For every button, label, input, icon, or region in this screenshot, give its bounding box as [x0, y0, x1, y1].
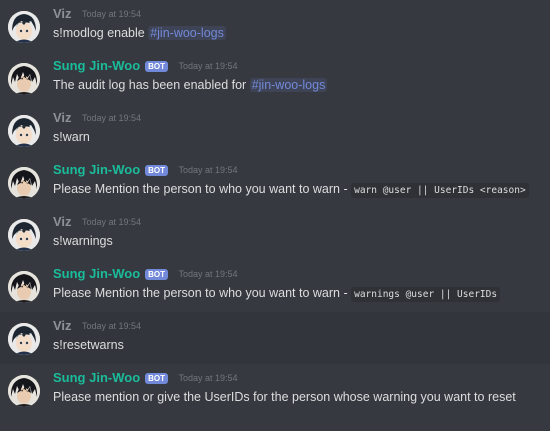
timestamp: Today at 19:54 [82, 9, 142, 19]
chat-message-list: Viz Today at 19:54 s!modlog enable #jin-… [0, 0, 550, 431]
user-avatar-icon[interactable] [8, 219, 40, 251]
timestamp: Today at 19:54 [178, 61, 238, 71]
bot-avatar-icon[interactable] [8, 271, 40, 303]
message[interactable]: Sung Jin-Woo BOT Today at 19:54 Please me… [0, 364, 550, 416]
message-text: Please mention or give the UserIDs for t… [53, 390, 516, 404]
timestamp: Today at 19:54 [82, 321, 142, 331]
channel-mention[interactable]: #jin-woo-logs [249, 78, 328, 92]
inline-code: warnings @user || UserIDs [351, 287, 501, 302]
message-text: Please Mention the person to who you wan… [53, 286, 352, 300]
channel-mention[interactable]: #jin-woo-logs [148, 26, 226, 40]
timestamp: Today at 19:54 [178, 165, 238, 175]
bot-tag: BOT [145, 60, 169, 72]
username[interactable]: Viz [53, 6, 72, 21]
message-text: s!warn [53, 130, 90, 144]
message-content: Please mention or give the UserIDs for t… [53, 389, 516, 405]
message[interactable]: Viz Today at 19:54 s!modlog enable #jin-… [0, 0, 550, 52]
message-content: s!resetwarns [53, 337, 124, 353]
user-avatar-icon[interactable] [8, 11, 40, 43]
username[interactable]: Viz [53, 110, 72, 125]
message[interactable]: Viz Today at 19:54 s!resetwarns [0, 312, 550, 364]
bot-tag: BOT [145, 268, 169, 280]
message-text: s!resetwarns [53, 338, 124, 352]
bot-avatar-icon[interactable] [8, 375, 40, 407]
timestamp: Today at 19:54 [82, 113, 142, 123]
username[interactable]: Viz [53, 214, 72, 229]
message-content: s!warn [53, 129, 90, 145]
message-content: s!modlog enable #jin-woo-logs [53, 25, 226, 41]
message-text: Please Mention the person to who you wan… [53, 182, 352, 196]
message-text: s!warnings [53, 234, 113, 248]
message[interactable]: Sung Jin-Woo BOT Today at 19:54 Please Me… [0, 156, 550, 208]
timestamp: Today at 19:54 [178, 269, 238, 279]
message-text: The audit log has been enabled for [53, 78, 250, 92]
message[interactable]: Viz Today at 19:54 s!warn [0, 104, 550, 156]
message-content: Please Mention the person to who you wan… [53, 181, 529, 199]
username[interactable]: Sung Jin-Woo [53, 58, 140, 73]
timestamp: Today at 19:54 [178, 373, 238, 383]
message-content: The audit log has been enabled for #jin-… [53, 77, 328, 93]
username[interactable]: Sung Jin-Woo [53, 162, 140, 177]
username[interactable]: Viz [53, 318, 72, 333]
user-avatar-icon[interactable] [8, 323, 40, 355]
message[interactable]: Sung Jin-Woo BOT Today at 19:54 Please Me… [0, 260, 550, 312]
timestamp: Today at 19:54 [82, 217, 142, 227]
message-text: s!modlog enable [53, 26, 149, 40]
username[interactable]: Sung Jin-Woo [53, 266, 140, 281]
inline-code: warn @user || UserIDs <reason> [351, 183, 529, 198]
user-avatar-icon[interactable] [8, 115, 40, 147]
bot-tag: BOT [145, 372, 169, 384]
message-content: s!warnings [53, 233, 113, 249]
bot-avatar-icon[interactable] [8, 167, 40, 199]
bot-tag: BOT [145, 164, 169, 176]
message[interactable]: Sung Jin-Woo BOT Today at 19:54 The audit… [0, 52, 550, 104]
message-content: Please Mention the person to who you wan… [53, 285, 501, 303]
username[interactable]: Sung Jin-Woo [53, 370, 140, 385]
bot-avatar-icon[interactable] [8, 63, 40, 95]
message[interactable]: Viz Today at 19:54 s!warnings [0, 208, 550, 260]
